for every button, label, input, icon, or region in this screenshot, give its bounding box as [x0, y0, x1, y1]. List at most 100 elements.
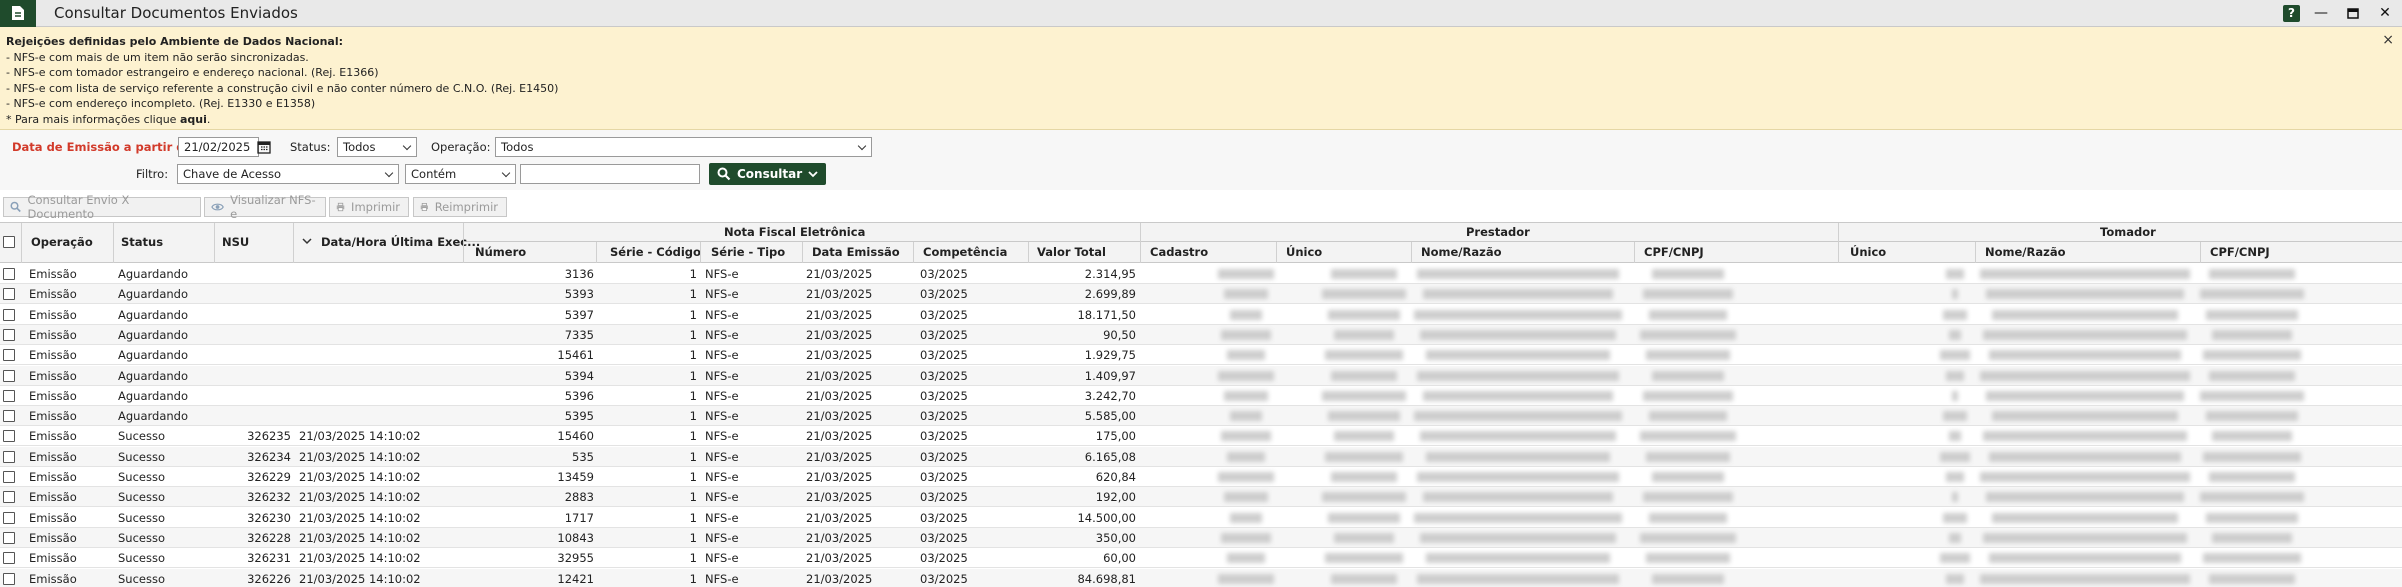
close-button[interactable]: ✕ — [2374, 4, 2396, 22]
status-label: Status: — [290, 140, 331, 154]
cell-status: Aguardando — [118, 287, 188, 302]
cell-operacao: Emissão — [29, 368, 77, 383]
redacted-cell — [1417, 573, 1619, 584]
cell-serie-codigo: 1 — [689, 449, 697, 464]
cell-competencia: 03/2025 — [920, 409, 968, 424]
cell-serie-tipo: NFS-e — [705, 368, 739, 383]
table-row[interactable]: Emissão Aguardando 5394 1 NFS-e 21/03/2025 03/… — [0, 365, 2402, 386]
table-row[interactable]: Emissão Sucesso 326231 21/03/2025 14:10:02 3… — [0, 548, 2402, 569]
col-numero[interactable]: Número — [475, 245, 526, 259]
table-row[interactable]: Emissão Sucesso 326235 21/03/2025 14:10:02 1… — [0, 426, 2402, 447]
filtro-text-input[interactable] — [520, 164, 700, 184]
row-checkbox[interactable] — [3, 450, 15, 463]
col-tomador-nome[interactable]: Nome/Razão — [1985, 245, 2065, 259]
minimize-button[interactable]: — — [2310, 4, 2332, 22]
col-status[interactable]: Status — [121, 235, 163, 249]
date-input[interactable]: 21/02/2025 — [178, 137, 259, 157]
banner-close-button[interactable]: × — [2382, 32, 2394, 49]
table-row[interactable]: Emissão Sucesso 326229 21/03/2025 14:10:02 1… — [0, 467, 2402, 487]
table-row[interactable]: Emissão Sucesso 326226 21/03/2025 14:10:02 1… — [0, 568, 2402, 587]
col-serie-codigo[interactable]: Série - Código — [610, 245, 701, 259]
redacted-cell — [1992, 309, 2178, 320]
status-select[interactable]: Todos — [337, 137, 417, 157]
cell-competencia: 03/2025 — [920, 327, 968, 342]
col-tomador-cpf[interactable]: CPF/CNPJ — [2210, 245, 2270, 259]
col-serie-tipo[interactable]: Série - Tipo — [711, 245, 785, 259]
table-row[interactable]: Emissão Sucesso 326234 21/03/2025 14:10:02 5… — [0, 446, 2402, 467]
redacted-cell — [1218, 269, 1274, 279]
redacted-cell — [1983, 329, 2187, 340]
row-checkbox[interactable] — [3, 288, 15, 301]
table-row[interactable]: Emissão Aguardando 5397 1 NFS-e 21/03/2025 03/… — [0, 305, 2402, 325]
consultar-envio-button[interactable]: Consultar Envio X Documento — [3, 193, 201, 221]
cell-data-emissao: 21/03/2025 — [806, 267, 873, 281]
redacted-cell — [1334, 329, 1394, 340]
row-checkbox[interactable] — [3, 410, 15, 423]
col-prestador-unico[interactable]: Único — [1286, 245, 1322, 259]
cell-numero: 2883 — [564, 490, 594, 505]
col-prestador-cadastro[interactable]: Cadastro — [1150, 245, 1208, 259]
filtro-mode-select[interactable]: Contém — [405, 164, 516, 184]
select-all-checkbox[interactable] — [3, 236, 15, 248]
table-row[interactable]: Emissão Aguardando 5395 1 NFS-e 21/03/2025 03/… — [0, 406, 2402, 427]
help-button[interactable]: ? — [2283, 4, 2300, 22]
table-row[interactable]: Emissão Sucesso 326228 21/03/2025 14:10:02 1… — [0, 527, 2402, 548]
col-prestador-cpf[interactable]: CPF/CNPJ — [1644, 245, 1704, 259]
sort-chevron-down-icon[interactable] — [302, 237, 312, 245]
cell-nsu: 326235 — [247, 429, 291, 444]
reimprimir-button[interactable]: Reimprimir — [413, 197, 507, 217]
row-checkbox[interactable] — [3, 552, 15, 565]
col-tomador-unico[interactable]: Único — [1850, 245, 1886, 259]
col-data-emissao[interactable]: Data Emissão — [812, 245, 900, 259]
consultar-button[interactable]: Consultar — [709, 163, 827, 185]
cell-status: Sucesso — [118, 510, 166, 525]
row-checkbox[interactable] — [3, 572, 15, 585]
col-competencia[interactable]: Competência — [923, 245, 1007, 259]
cell-status: Sucesso — [118, 490, 166, 505]
col-data-hora[interactable]: Data/Hora Última Exec... — [321, 235, 480, 249]
filtro-label: Filtro: — [136, 167, 169, 181]
col-nsu[interactable]: NSU — [222, 235, 249, 249]
imprimir-button[interactable]: Imprimir — [329, 197, 409, 217]
table-row[interactable]: Emissão Sucesso 326230 21/03/2025 14:10:02 1… — [0, 508, 2402, 528]
maximize-button[interactable] — [2342, 4, 2364, 22]
table-row[interactable]: Emissão Aguardando 7335 1 NFS-e 21/03/2025 03/… — [0, 324, 2402, 345]
table-row[interactable]: Emissão Sucesso 326232 21/03/2025 14:10:02 2… — [0, 487, 2402, 508]
row-checkbox[interactable] — [3, 268, 15, 280]
table-row[interactable]: Emissão Aguardando 15461 1 NFS-e 21/03/2025 03… — [0, 345, 2402, 366]
row-checkbox[interactable] — [3, 389, 15, 402]
row-checkbox[interactable] — [3, 308, 15, 321]
more-info-link[interactable]: aqui — [180, 113, 207, 126]
cell-numero: 12421 — [557, 571, 594, 586]
row-checkbox[interactable] — [3, 369, 15, 382]
printer-icon — [336, 202, 345, 212]
redacted-cell — [1227, 451, 1265, 462]
row-checkbox[interactable] — [3, 531, 15, 544]
col-prestador-nome[interactable]: Nome/Razão — [1421, 245, 1501, 259]
cell-valor-total: 2.314,95 — [1084, 267, 1136, 281]
redacted-cell — [1646, 350, 1730, 361]
row-checkbox[interactable] — [3, 328, 15, 341]
row-checkbox[interactable] — [3, 471, 15, 483]
redacted-cell — [1646, 553, 1730, 564]
col-valor-total[interactable]: Valor Total — [1037, 245, 1106, 259]
redacted-cell — [1328, 309, 1400, 320]
cell-data-emissao: 21/03/2025 — [806, 368, 873, 383]
operacao-select[interactable]: Todos — [495, 137, 872, 157]
redacted-cell — [1643, 289, 1733, 300]
calendar-icon[interactable] — [255, 138, 273, 156]
cell-competencia: 03/2025 — [920, 449, 968, 464]
cell-valor-total: 620,84 — [1095, 470, 1136, 484]
redacted-cell — [1414, 512, 1622, 523]
table-row[interactable]: Emissão Aguardando 3136 1 NFS-e 21/03/2025 03/… — [0, 264, 2402, 284]
row-checkbox[interactable] — [3, 349, 15, 362]
col-operacao[interactable]: Operação — [31, 235, 93, 249]
row-checkbox[interactable] — [3, 430, 15, 443]
row-checkbox[interactable] — [3, 491, 15, 504]
visualizar-nfse-button[interactable]: Visualizar NFS-e — [204, 193, 326, 221]
filtro-field-select[interactable]: Chave de Acesso — [177, 164, 399, 184]
redacted-cell — [1980, 370, 2190, 381]
table-row[interactable]: Emissão Aguardando 5396 1 NFS-e 21/03/2025 03/… — [0, 386, 2402, 406]
table-row[interactable]: Emissão Aguardando 5393 1 NFS-e 21/03/2025 03/… — [0, 284, 2402, 305]
row-checkbox[interactable] — [3, 511, 15, 524]
